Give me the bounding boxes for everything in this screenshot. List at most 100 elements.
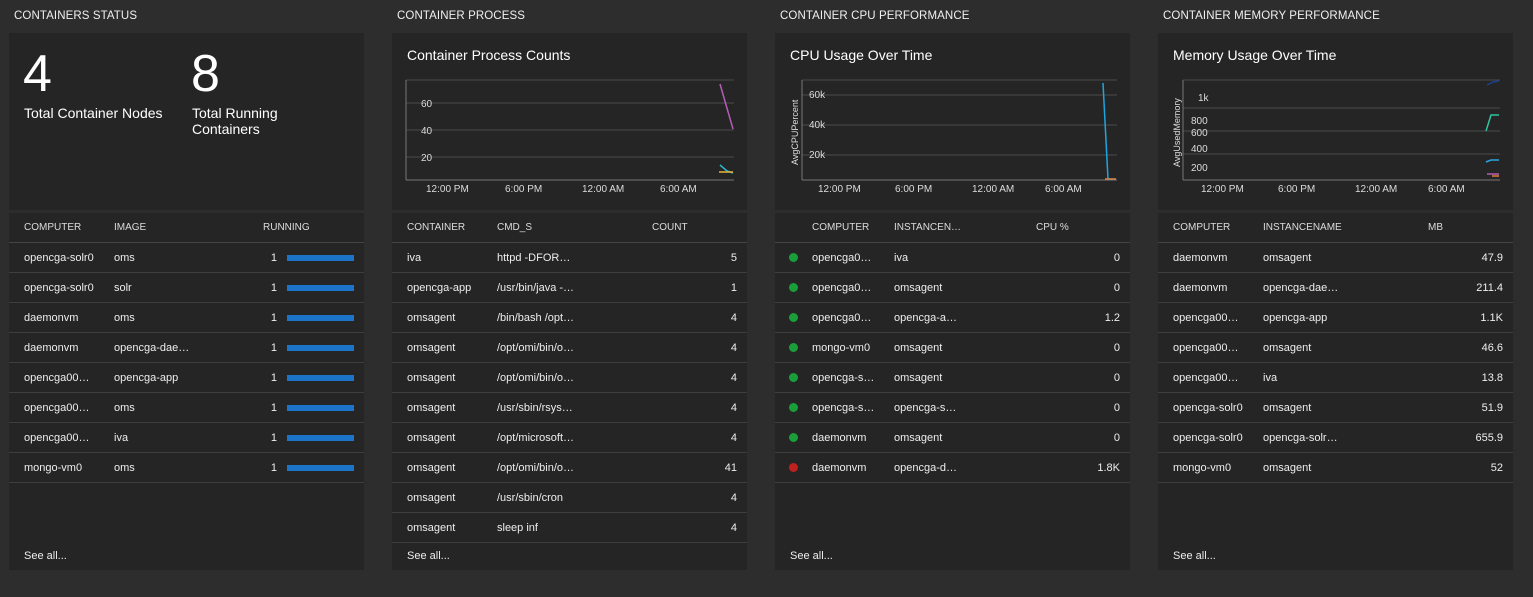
column-header[interactable]: COMPUTER — [812, 213, 894, 243]
image-cell: oms — [114, 392, 249, 423]
table-row[interactable]: daemonvm opencga-dae… 211.4 — [1158, 272, 1513, 303]
y-tick-label: 40k — [809, 120, 826, 131]
cpu-cell: 0 — [1036, 272, 1130, 303]
table-row[interactable]: opencga00… iva 13.8 — [1158, 362, 1513, 393]
x-tick-label: 12:00 PM — [426, 184, 469, 195]
computer-cell: daemonvm — [1158, 242, 1263, 273]
computer-cell: opencga-solr0 — [1158, 422, 1263, 453]
cmd-cell: httpd -DFOR… — [497, 242, 652, 273]
cpu-chart-tile[interactable]: CPU Usage Over Time 60k 40k 20k 12:00 PM… — [775, 33, 1130, 210]
cpu-cell: 0 — [1036, 362, 1130, 393]
running-bar — [287, 374, 354, 381]
cmd-cell: /usr/bin/java -… — [497, 272, 652, 303]
status-summary-tile[interactable]: 4 Total Container Nodes 8 Total Running … — [9, 33, 364, 210]
column-header[interactable]: INSTANCEN… — [894, 213, 1036, 243]
computer-cell: opencga00… — [9, 392, 114, 423]
x-tick-label: 6:00 PM — [895, 184, 932, 195]
table-row[interactable]: omsagent/opt/omi/bin/o… 4 — [392, 332, 747, 363]
table-row[interactable]: daemonvm omsagent 47.9 — [1158, 242, 1513, 273]
table-row[interactable]: opencga-solr0 solr 1 — [9, 272, 364, 303]
table-row[interactable]: mongo-vm0 oms 1 — [9, 452, 364, 483]
image-cell: oms — [114, 452, 249, 483]
running-count: 1 — [270, 401, 277, 414]
running-count: 1 — [270, 251, 277, 264]
see-all-link[interactable]: See all... — [407, 550, 450, 562]
table-row[interactable]: omsagent/usr/sbin/rsys… 4 — [392, 392, 747, 423]
table-row[interactable]: opencga-s… opencga-s… 0 — [775, 392, 1130, 423]
running-bar — [287, 314, 354, 321]
series-line — [1486, 80, 1500, 86]
table-row[interactable]: daemonvm omsagent 0 — [775, 422, 1130, 453]
process-chart-tile[interactable]: Container Process Counts 60 40 20 12:00 … — [392, 33, 747, 210]
table-row[interactable]: opencga0… opencga-a… 1.2 — [775, 302, 1130, 333]
table-row[interactable]: mongo-vm0 omsagent 0 — [775, 332, 1130, 363]
column-header[interactable]: INSTANCENAME — [1263, 213, 1428, 243]
table-row[interactable]: mongo-vm0 omsagent 52 — [1158, 452, 1513, 483]
x-tick-label: 12:00 PM — [1201, 184, 1244, 195]
see-all-link[interactable]: See all... — [790, 550, 833, 562]
total-nodes-label: Total Container Nodes — [24, 105, 163, 121]
table-row[interactable]: omsagent/usr/sbin/cron 4 — [392, 482, 747, 513]
table-row[interactable]: opencga00… omsagent 46.6 — [1158, 332, 1513, 363]
table-row[interactable]: opencga0… iva 0 — [775, 242, 1130, 273]
computer-cell: opencga-solr0 — [1158, 392, 1263, 423]
table-row[interactable]: daemonvm opencga-dae… 1 — [9, 332, 364, 363]
x-tick-label: 6:00 AM — [1045, 184, 1082, 195]
section-title-containers-status: CONTAINERS STATUS — [14, 10, 138, 22]
cpu-chart: 60k 40k 20k 12:00 PM 6:00 PM 12:00 AM 6:… — [790, 79, 1117, 195]
column-header[interactable]: CPU % — [1036, 213, 1130, 243]
y-tick-label: 800 — [1191, 116, 1208, 127]
table-row[interactable]: iva httpd -DFOR… 5 — [392, 242, 747, 273]
table-row[interactable]: opencga00… opencga-app 1.1K — [1158, 302, 1513, 333]
see-all-link[interactable]: See all... — [1173, 550, 1216, 562]
image-cell: oms — [114, 302, 249, 333]
table-row[interactable]: opencga-s… omsagent 0 — [775, 362, 1130, 393]
running-cell: 1 — [249, 242, 364, 273]
table-row[interactable]: daemonvm oms 1 — [9, 302, 364, 333]
table-row[interactable]: opencga-solr0 omsagent 51.9 — [1158, 392, 1513, 423]
instance-cell: opencga-dae… — [1263, 272, 1428, 303]
instance-cell: iva — [1263, 362, 1428, 393]
column-header[interactable]: CONTAINER — [392, 213, 497, 243]
column-header[interactable]: CMD_S — [497, 213, 652, 243]
column-header[interactable]: IMAGE — [114, 213, 249, 243]
table-row[interactable]: omsagent/bin/bash /opt… 4 — [392, 302, 747, 333]
container-cell: opencga-app — [392, 272, 497, 303]
column-header[interactable]: COMPUTER — [9, 213, 114, 243]
instance-cell: opencga-a… — [894, 302, 1036, 333]
column-header[interactable]: COUNT — [652, 213, 747, 243]
memory-table-tile: COMPUTER INSTANCENAME MB daemonvm omsagen… — [1158, 213, 1513, 570]
table-row[interactable]: opencga00… oms 1 — [9, 392, 364, 423]
table-row[interactable]: opencga-app/usr/bin/java -… 1 — [392, 272, 747, 303]
computer-cell: opencga-s… — [812, 362, 894, 393]
running-bar — [287, 464, 354, 471]
column-header[interactable]: COMPUTER — [1158, 213, 1263, 243]
table-row[interactable]: opencga-solr0 oms 1 — [9, 242, 364, 273]
table-row[interactable]: daemonvm opencga-d… 1.8K — [775, 452, 1130, 483]
section-title-cpu-performance: CONTAINER CPU PERFORMANCE — [780, 10, 970, 22]
table-row[interactable]: opencga-solr0 opencga-solr… 655.9 — [1158, 422, 1513, 453]
computer-cell: mongo-vm0 — [1158, 452, 1263, 483]
cmd-cell: /usr/sbin/cron — [497, 482, 652, 513]
table-row[interactable]: omsagent sleep inf 4 — [392, 512, 747, 543]
count-cell: 41 — [652, 452, 747, 483]
x-tick-label: 12:00 AM — [582, 184, 624, 195]
running-bar — [287, 254, 354, 261]
computer-cell: opencga0… — [812, 242, 894, 273]
cmd-cell: /bin/bash /opt… — [497, 302, 652, 333]
mb-cell: 211.4 — [1428, 272, 1513, 303]
table-row[interactable]: opencga0… omsagent 0 — [775, 272, 1130, 303]
table-row[interactable]: omsagent/opt/omi/bin/o… 4 — [392, 362, 747, 393]
see-all-link[interactable]: See all... — [24, 550, 67, 562]
cpu-table-tile: COMPUTER INSTANCEN… CPU % opencga0… iva 0 o… — [775, 213, 1130, 570]
status-dot-icon — [789, 283, 798, 293]
column-header[interactable]: MB — [1428, 213, 1513, 243]
table-row[interactable]: omsagent/opt/microsoft… 4 — [392, 422, 747, 453]
table-row[interactable]: opencga00… iva 1 — [9, 422, 364, 453]
table-row[interactable]: opencga00… opencga-app 1 — [9, 362, 364, 393]
memory-chart-tile[interactable]: Memory Usage Over Time 1k 800 600 400 20… — [1158, 33, 1513, 210]
container-cell: omsagent — [392, 512, 497, 543]
column-header[interactable]: RUNNING — [249, 213, 364, 243]
table-row[interactable]: omsagent/opt/omi/bin/o… 41 — [392, 452, 747, 483]
instance-cell: omsagent — [1263, 332, 1428, 363]
